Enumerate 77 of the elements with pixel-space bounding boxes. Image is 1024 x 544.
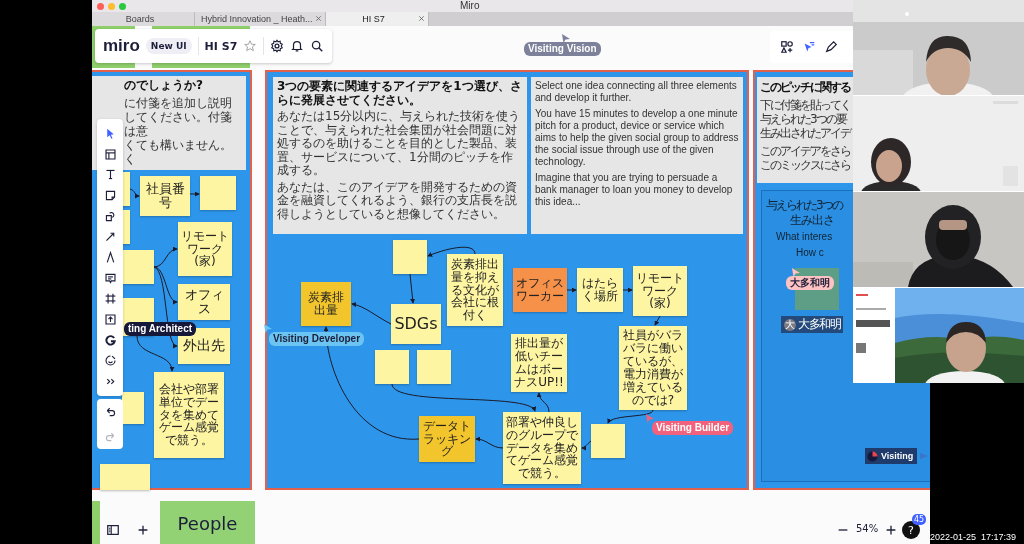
visiting-button[interactable]: Visiting bbox=[865, 448, 918, 464]
close-icon[interactable] bbox=[314, 15, 322, 22]
connector-arrow bbox=[475, 436, 504, 449]
line-icon[interactable] bbox=[103, 230, 117, 244]
connector-arrow bbox=[566, 287, 577, 293]
template-icon[interactable] bbox=[103, 147, 117, 161]
plus-icon[interactable] bbox=[136, 523, 150, 537]
sticky-note: オフィス bbox=[178, 284, 230, 320]
shapes-plus-icon[interactable] bbox=[780, 40, 794, 54]
connector-arrow bbox=[129, 188, 140, 198]
sticky-note: 部署や仲良しのグループでデータを集めてゲーム感覚で競う。 bbox=[503, 412, 581, 484]
logo[interactable]: miro bbox=[103, 36, 140, 56]
connector-arrow bbox=[607, 409, 654, 424]
sticky-note: 排出量が低いチームはボーナスUP!! bbox=[511, 334, 567, 392]
upload-icon[interactable] bbox=[103, 313, 117, 327]
cursor-icon bbox=[792, 268, 800, 277]
cursor-icon bbox=[264, 324, 272, 333]
frame-text: What interes bbox=[776, 231, 833, 242]
cursor-label: Visiting Builder bbox=[652, 421, 734, 435]
zoom-level[interactable]: 54% bbox=[856, 523, 879, 534]
star-icon[interactable] bbox=[243, 39, 258, 53]
comment-icon[interactable] bbox=[103, 271, 117, 285]
sticky-note-icon[interactable] bbox=[103, 188, 117, 202]
sticky-note: 社員番号 bbox=[140, 176, 190, 216]
connector-arrow bbox=[427, 246, 476, 257]
text-block: Select one idea connecting all three elements and develop it further. You have 15 minutes to develop a one minute pitch for a product, device or service which aims to help the given social group to address the social issue through use of the given technology. Imagine that you are trying to persuade a bank manager to loan you money to develop this idea... bbox=[531, 77, 743, 234]
sticky-note: 炭素排出量を抑える文化が会社に根付く bbox=[447, 254, 503, 326]
browser-tab[interactable]: HI S7 bbox=[325, 12, 429, 26]
frame-icon[interactable] bbox=[103, 292, 117, 306]
avatar: 大 bbox=[784, 318, 796, 331]
sticky-note: データトラッキング bbox=[419, 416, 475, 462]
sticky-note bbox=[92, 501, 100, 544]
user-name: 大多和明 bbox=[798, 316, 840, 333]
settings-icon[interactable] bbox=[270, 39, 285, 53]
emoji-icon[interactable] bbox=[103, 354, 117, 368]
connector-arrow bbox=[189, 191, 200, 197]
board-name[interactable]: HI S7 bbox=[204, 39, 238, 53]
text-block: のでしょうか? に付箋を追加し説明してください。付箋は意 くても構いません。 く bbox=[92, 76, 246, 170]
sticky-note: リモートワーク(家) bbox=[178, 222, 232, 276]
sticky-note: SDGs bbox=[391, 304, 441, 344]
shapes-icon[interactable] bbox=[103, 209, 117, 223]
connector-arrow bbox=[654, 315, 661, 326]
new-ui-badge[interactable]: New UI bbox=[145, 38, 192, 54]
window-title: Miro bbox=[460, 0, 480, 11]
frame-text: 生み出さ bbox=[790, 212, 834, 229]
frame-text: How c bbox=[796, 247, 824, 258]
cursor-icon[interactable] bbox=[802, 40, 816, 54]
connector-arrow bbox=[409, 273, 416, 304]
sticky-note: 炭素排出量 bbox=[301, 282, 351, 326]
cursor-label: Visiting Developer bbox=[269, 332, 365, 346]
search-icon[interactable] bbox=[310, 39, 325, 53]
help-button[interactable]: ? bbox=[902, 521, 920, 539]
notification-badge: 45 bbox=[912, 514, 927, 525]
text-icon[interactable] bbox=[103, 168, 117, 182]
google-icon[interactable] bbox=[103, 333, 117, 347]
sticky-note: はたらく場所 bbox=[577, 268, 623, 312]
pie-icon bbox=[867, 450, 878, 462]
cursor-label: ting Architect bbox=[124, 322, 197, 336]
browser-tab[interactable]: Hybrid Innovation _ Heath... bbox=[195, 12, 326, 26]
connector-arrow bbox=[622, 287, 633, 293]
frame-text: 与えられた3つの bbox=[766, 197, 842, 214]
sticky-note: 会社や部署単位でデータを集めてゲーム感覚で競う。 bbox=[154, 372, 224, 458]
timestamp: 2022-01-25 17:17:39 bbox=[929, 532, 1016, 542]
bell-icon[interactable] bbox=[290, 39, 305, 53]
sticky-note: 社員がバラバラに働いているが、電力消費が増えているのでは? bbox=[619, 326, 687, 410]
cursor-icon bbox=[646, 414, 654, 423]
panel-icon[interactable] bbox=[106, 523, 120, 537]
browser-tab[interactable]: Boards bbox=[92, 12, 195, 26]
sticky-note: オフィスワーカー bbox=[513, 268, 567, 312]
cursor-icon bbox=[562, 34, 570, 43]
pen-icon[interactable] bbox=[824, 40, 838, 54]
close-icon[interactable] bbox=[417, 15, 425, 22]
sticky-note: People bbox=[160, 501, 255, 544]
sticky-note: リモートワーク(家) bbox=[633, 266, 687, 316]
connector-arrow bbox=[581, 440, 592, 451]
text-block: 3つの要素に関連するアイデアを1つ選び、さらに発展させてください。 あなたは15分以内に、与えられた技術を使うことで、与えられた社会集団が社会問題に対処するのを助けることを目的とした製品、装置、サービスについて、1分間のピッチを作成する。 あなたは、このアイデアを開発するための資金を融資してくれるよう、銀行の支店長を説得しようとしていると想像してください。 bbox=[273, 77, 527, 234]
zoom-in-icon[interactable] bbox=[884, 523, 898, 537]
